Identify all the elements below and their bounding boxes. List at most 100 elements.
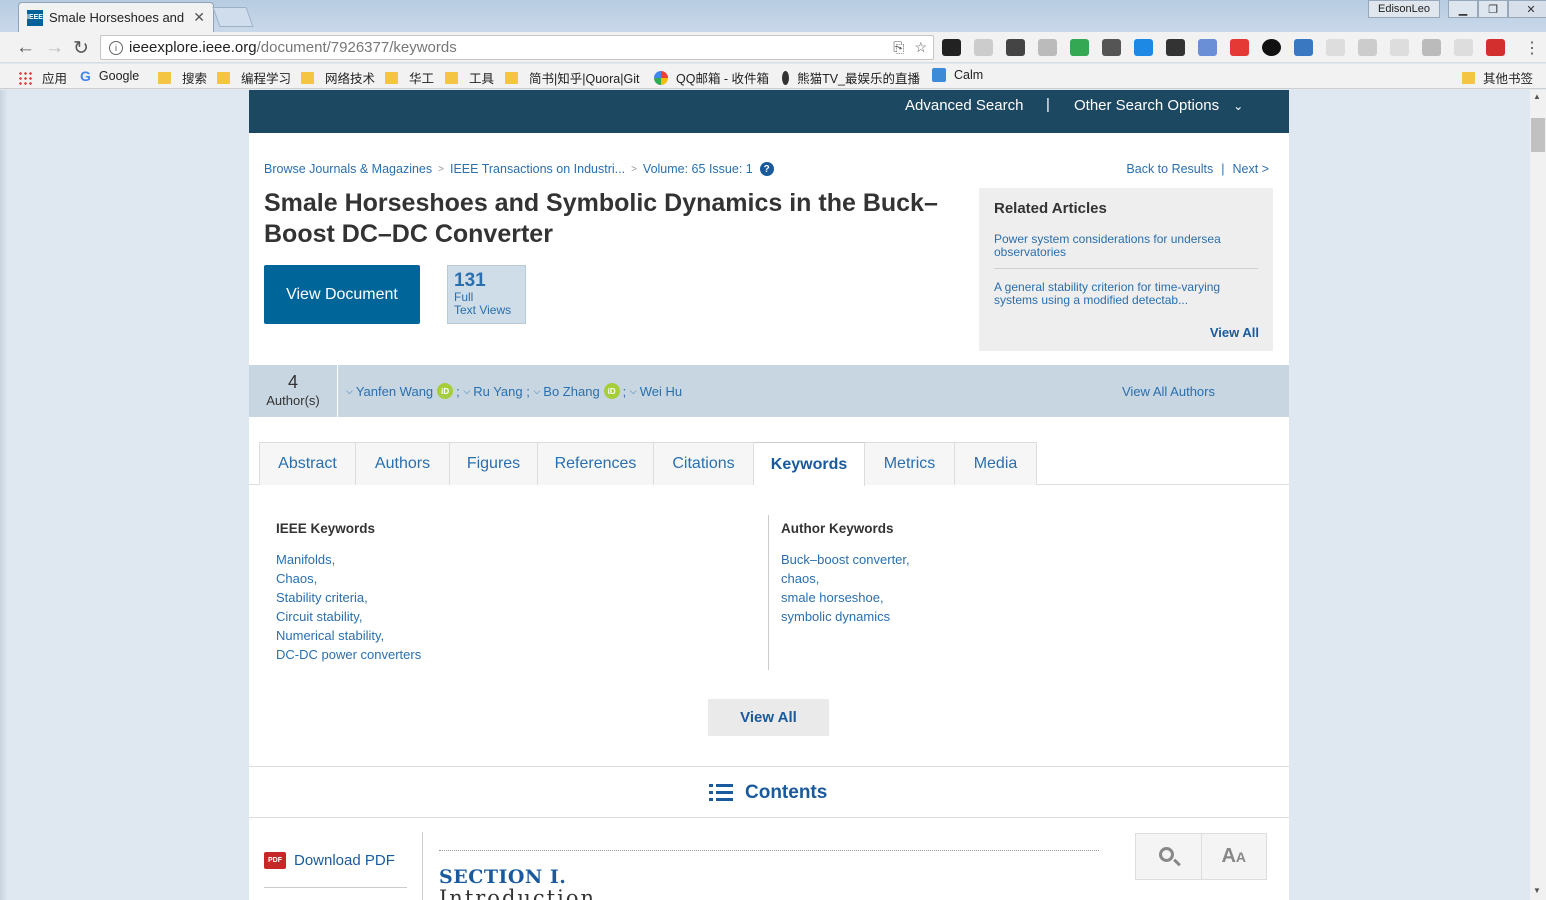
bookmark-calm[interactable]: Calm xyxy=(932,68,983,82)
chevron-down-icon[interactable]: ⌵ xyxy=(630,386,637,397)
related-view-all-link[interactable]: View All xyxy=(1210,325,1259,340)
orcid-icon[interactable]: iD xyxy=(603,383,620,399)
close-window-icon[interactable]: ✕ xyxy=(1508,0,1546,18)
extension-icon[interactable] xyxy=(1262,39,1281,56)
extension-icon[interactable] xyxy=(1326,39,1345,56)
bookmark-jianshu[interactable]: 简书|知乎|Quora|Git xyxy=(505,68,641,87)
extension-icon[interactable] xyxy=(1134,39,1153,56)
extension-icon[interactable] xyxy=(1198,39,1217,56)
evernote-extension-icon[interactable] xyxy=(1166,39,1185,56)
keyword-link[interactable]: smale horseshoe, xyxy=(781,588,910,607)
bookmark-other[interactable]: 其他书签 xyxy=(1462,68,1533,87)
extension-icon[interactable] xyxy=(1102,39,1121,56)
full-text-views-metric[interactable]: 131 Full Text Views xyxy=(447,265,526,324)
extension-icon[interactable] xyxy=(1230,39,1249,56)
extension-icon[interactable] xyxy=(1486,39,1505,56)
back-arrow-icon[interactable]: ← xyxy=(16,37,35,59)
tab-figures[interactable]: Figures xyxy=(450,442,538,485)
restore-icon[interactable]: ❐ xyxy=(1478,0,1508,18)
tab-authors[interactable]: Authors xyxy=(356,442,450,485)
bookmark-programming[interactable]: 编程学习 xyxy=(217,68,291,87)
orcid-icon[interactable]: iD xyxy=(437,383,454,399)
minimize-icon[interactable]: ▁ xyxy=(1448,0,1478,18)
bookmark-network[interactable]: 网络技术 xyxy=(301,68,375,87)
download-pdf-link[interactable]: PDF Download PDF xyxy=(264,852,395,869)
extension-icon[interactable] xyxy=(942,39,961,56)
keyword-link[interactable]: chaos, xyxy=(781,569,910,588)
keyword-link[interactable]: Buck–boost converter, xyxy=(781,550,910,569)
tab-metrics[interactable]: Metrics xyxy=(865,442,955,485)
view-document-button[interactable]: View Document xyxy=(264,265,420,324)
author-link[interactable]: Ru Yang xyxy=(473,384,522,399)
chevron-down-icon[interactable]: ⌵ xyxy=(533,386,540,397)
bookmark-pandatv[interactable]: 熊猫TV_最娱乐的直播 xyxy=(782,68,920,87)
extension-icon[interactable] xyxy=(1454,39,1473,56)
tab-keywords[interactable]: Keywords xyxy=(754,442,865,486)
site-info-icon[interactable]: i xyxy=(109,40,123,55)
keyword-link[interactable]: Stability criteria, xyxy=(276,588,421,607)
address-bar[interactable]: i ieeexplore.ieee.org/document/7926377/k… xyxy=(100,35,934,60)
author-count-label: Author(s) xyxy=(266,393,320,408)
bookmark-huagong[interactable]: 华工 xyxy=(385,68,434,87)
font-size-button[interactable]: AA xyxy=(1200,834,1267,879)
advanced-search-link[interactable]: Advanced Search xyxy=(905,97,1023,114)
scroll-up-icon[interactable]: ▲ xyxy=(1533,92,1541,101)
extension-icon[interactable] xyxy=(1294,39,1313,56)
author-link[interactable]: Wei Hu xyxy=(640,384,682,399)
translate-icon[interactable]: ⎘ xyxy=(893,39,904,56)
other-search-options-link[interactable]: Other Search Options ⌄ xyxy=(1074,97,1243,114)
tab-abstract[interactable]: Abstract xyxy=(259,442,356,485)
author-link[interactable]: Yanfen Wang xyxy=(356,384,433,399)
tab-references[interactable]: References xyxy=(538,442,654,485)
new-tab-button[interactable] xyxy=(212,7,254,27)
breadcrumb-browse[interactable]: Browse Journals & Magazines xyxy=(264,162,432,176)
scrollbar-thumb[interactable] xyxy=(1531,118,1545,152)
tab-media[interactable]: Media xyxy=(955,442,1037,485)
author-link[interactable]: Bo Zhang xyxy=(543,384,599,399)
keyword-link[interactable]: symbolic dynamics xyxy=(781,607,910,626)
breadcrumb-volume[interactable]: Volume: 65 Issue: 1 xyxy=(643,162,753,176)
extension-icon[interactable] xyxy=(1390,39,1409,56)
extension-icon[interactable] xyxy=(1038,39,1057,56)
tab-close-icon[interactable]: ✕ xyxy=(193,9,205,26)
keyword-link[interactable]: DC-DC power converters xyxy=(276,645,421,664)
bookmark-search[interactable]: 搜索 xyxy=(158,68,207,87)
extension-icon[interactable] xyxy=(1070,39,1089,56)
chevron-down-icon[interactable]: ⌵ xyxy=(463,386,470,397)
bookmark-apps[interactable]: 应用 xyxy=(18,68,67,87)
scroll-down-icon[interactable]: ▼ xyxy=(1533,886,1541,895)
search-in-document-button[interactable] xyxy=(1136,834,1201,879)
next-link[interactable]: Next > xyxy=(1233,162,1269,176)
contents-toggle[interactable]: Contents xyxy=(709,782,827,804)
vertical-scrollbar[interactable] xyxy=(1530,90,1546,900)
related-article-link[interactable]: Power system considerations for undersea… xyxy=(994,233,1258,259)
view-all-authors-link[interactable]: View All Authors xyxy=(1122,384,1215,399)
bookmark-star-icon[interactable]: ☆ xyxy=(914,39,927,56)
help-icon[interactable]: ? xyxy=(759,162,774,176)
reload-icon[interactable]: ↻ xyxy=(73,37,89,60)
keyword-link[interactable]: Manifolds, xyxy=(276,550,421,569)
browser-tab[interactable]: IEEE Smale Horseshoes and ✕ xyxy=(18,2,214,32)
keyword-link[interactable]: Chaos, xyxy=(276,569,421,588)
breadcrumb-journal[interactable]: IEEE Transactions on Industri... xyxy=(450,162,625,176)
keyword-link[interactable]: Circuit stability, xyxy=(276,607,421,626)
related-article-link[interactable]: A general stability criterion for time-v… xyxy=(994,281,1258,307)
chevron-down-icon[interactable]: ⌵ xyxy=(346,386,353,397)
qr-extension-icon[interactable] xyxy=(1006,39,1025,56)
extension-icon[interactable] xyxy=(974,39,993,56)
bookmark-google[interactable]: G Google xyxy=(80,68,139,84)
keywords-view-all-button[interactable]: View All xyxy=(708,699,829,736)
back-to-results-link[interactable]: Back to Results xyxy=(1126,162,1213,176)
bookmark-qqmail[interactable]: QQ邮箱 - 收件箱 xyxy=(654,68,769,87)
extension-icon[interactable] xyxy=(1422,39,1441,56)
keyword-link[interactable]: Numerical stability, xyxy=(276,626,421,645)
user-profile-badge[interactable]: EdisonLeo xyxy=(1368,0,1440,18)
folder-icon xyxy=(301,71,314,84)
extension-icon[interactable] xyxy=(1358,39,1377,56)
forward-arrow-icon[interactable]: → xyxy=(45,37,64,59)
ieee-keywords-heading: IEEE Keywords xyxy=(276,521,376,536)
browser-menu-icon[interactable]: ⋮ xyxy=(1524,38,1540,58)
bookmark-tools[interactable]: 工具 xyxy=(445,68,494,87)
top-navigation: Advanced Search | Other Search Options ⌄ xyxy=(249,90,1289,133)
tab-citations[interactable]: Citations xyxy=(654,442,754,485)
